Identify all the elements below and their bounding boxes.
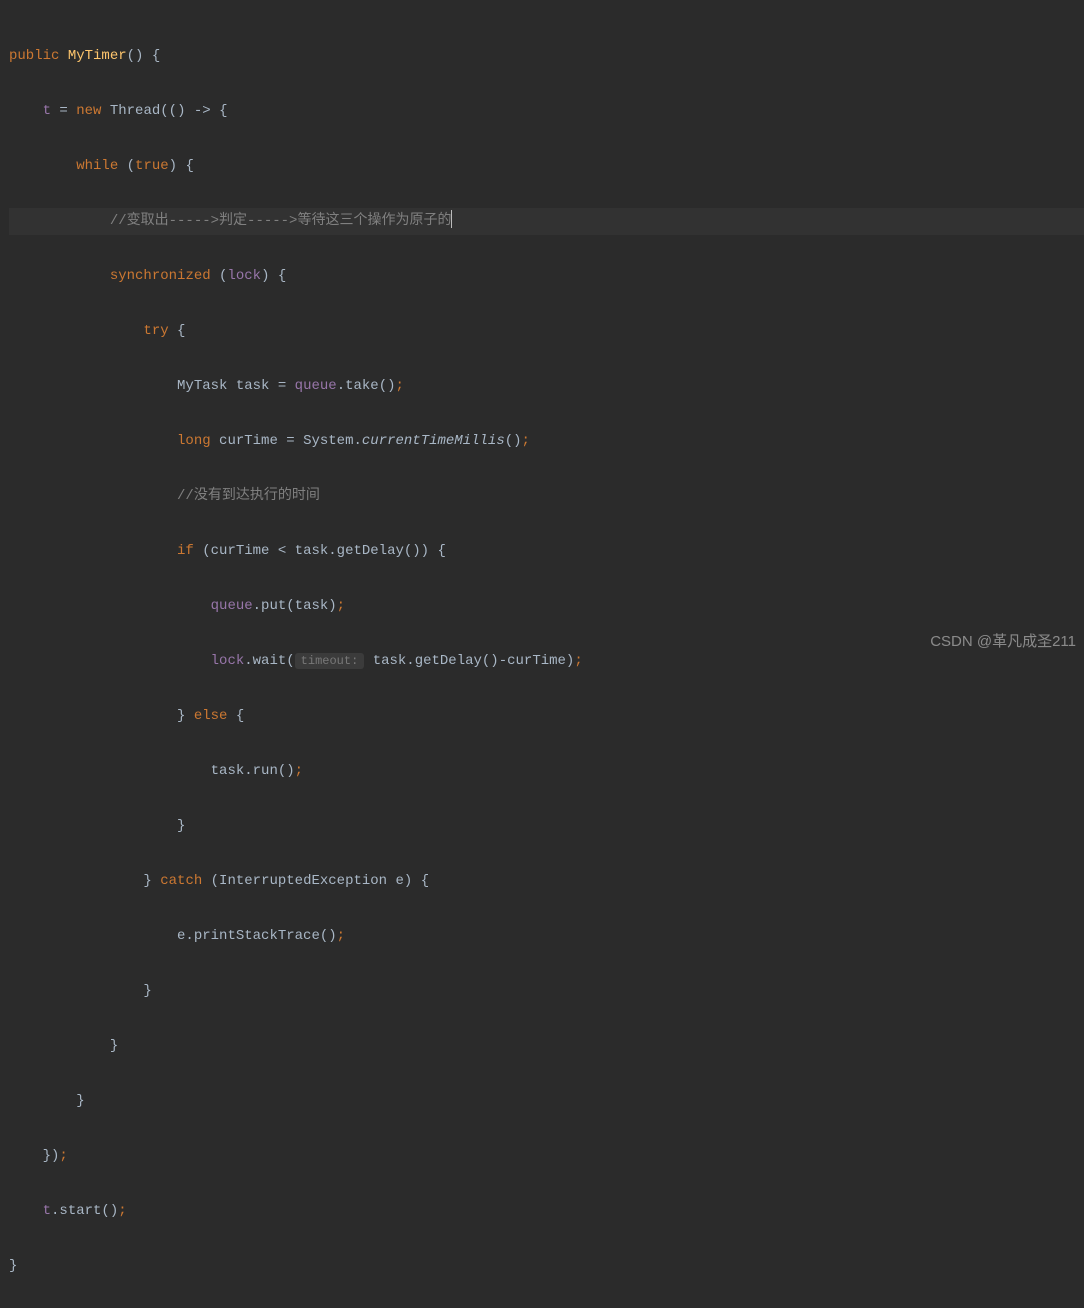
field-t: t <box>43 1203 51 1219</box>
code-line: long curTime = System.currentTimeMillis(… <box>9 428 1084 456</box>
code-line: try { <box>9 318 1084 346</box>
code-line: while (true) { <box>9 153 1084 181</box>
code-line: //没有到达执行的时间 <box>9 483 1084 511</box>
code-line: lock.wait(timeout: task.getDelay()-curTi… <box>9 648 1084 676</box>
keyword-try: try <box>143 323 177 339</box>
constructor-name: MyTimer <box>68 48 127 64</box>
text-cursor <box>451 210 452 228</box>
code-line: MyTask task = queue.take(); <box>9 373 1084 401</box>
keyword-true: true <box>135 158 169 174</box>
code-line: public MyTimer() { <box>9 43 1084 71</box>
code-line: }); <box>9 1143 1084 1171</box>
keyword-else: else <box>194 708 236 724</box>
static-method: currentTimeMillis <box>362 433 505 449</box>
code-line: } <box>9 1088 1084 1116</box>
code-line: t = new Thread(() -> { <box>9 98 1084 126</box>
code-line: task.run(); <box>9 758 1084 786</box>
code-editor[interactable]: public MyTimer() { t = new Thread(() -> … <box>0 0 1084 1308</box>
keyword-long: long <box>177 433 219 449</box>
code-line: } <box>9 1033 1084 1061</box>
code-line: queue.put(task); <box>9 593 1084 621</box>
code-line: } <box>9 1253 1084 1281</box>
keyword-catch: catch <box>160 873 210 889</box>
keyword-public: public <box>9 48 59 64</box>
field-queue: queue <box>295 378 337 394</box>
code-line: t.start(); <box>9 1198 1084 1226</box>
code-line-active: //变取出----->判定----->等待这三个操作为原子的 <box>9 208 1084 236</box>
code-line: } <box>9 978 1084 1006</box>
comment: //没有到达执行的时间 <box>177 488 320 504</box>
field-queue: queue <box>211 598 253 614</box>
code-line: e.printStackTrace(); <box>9 923 1084 951</box>
field-lock: lock <box>227 268 261 284</box>
keyword-new: new <box>76 103 110 119</box>
code-line: } else { <box>9 703 1084 731</box>
code-line: synchronized (lock) { <box>9 263 1084 291</box>
code-line: } <box>9 813 1084 841</box>
field-t: t <box>43 103 51 119</box>
watermark: CSDN @革凡成圣211 <box>930 628 1076 656</box>
comment: //变取出----->判定----->等待这三个操作为原子的 <box>110 213 452 229</box>
keyword-while: while <box>76 158 126 174</box>
keyword-synchronized: synchronized <box>110 268 219 284</box>
code-line: } catch (InterruptedException e) { <box>9 868 1084 896</box>
code-line: if (curTime < task.getDelay()) { <box>9 538 1084 566</box>
keyword-if: if <box>177 543 202 559</box>
